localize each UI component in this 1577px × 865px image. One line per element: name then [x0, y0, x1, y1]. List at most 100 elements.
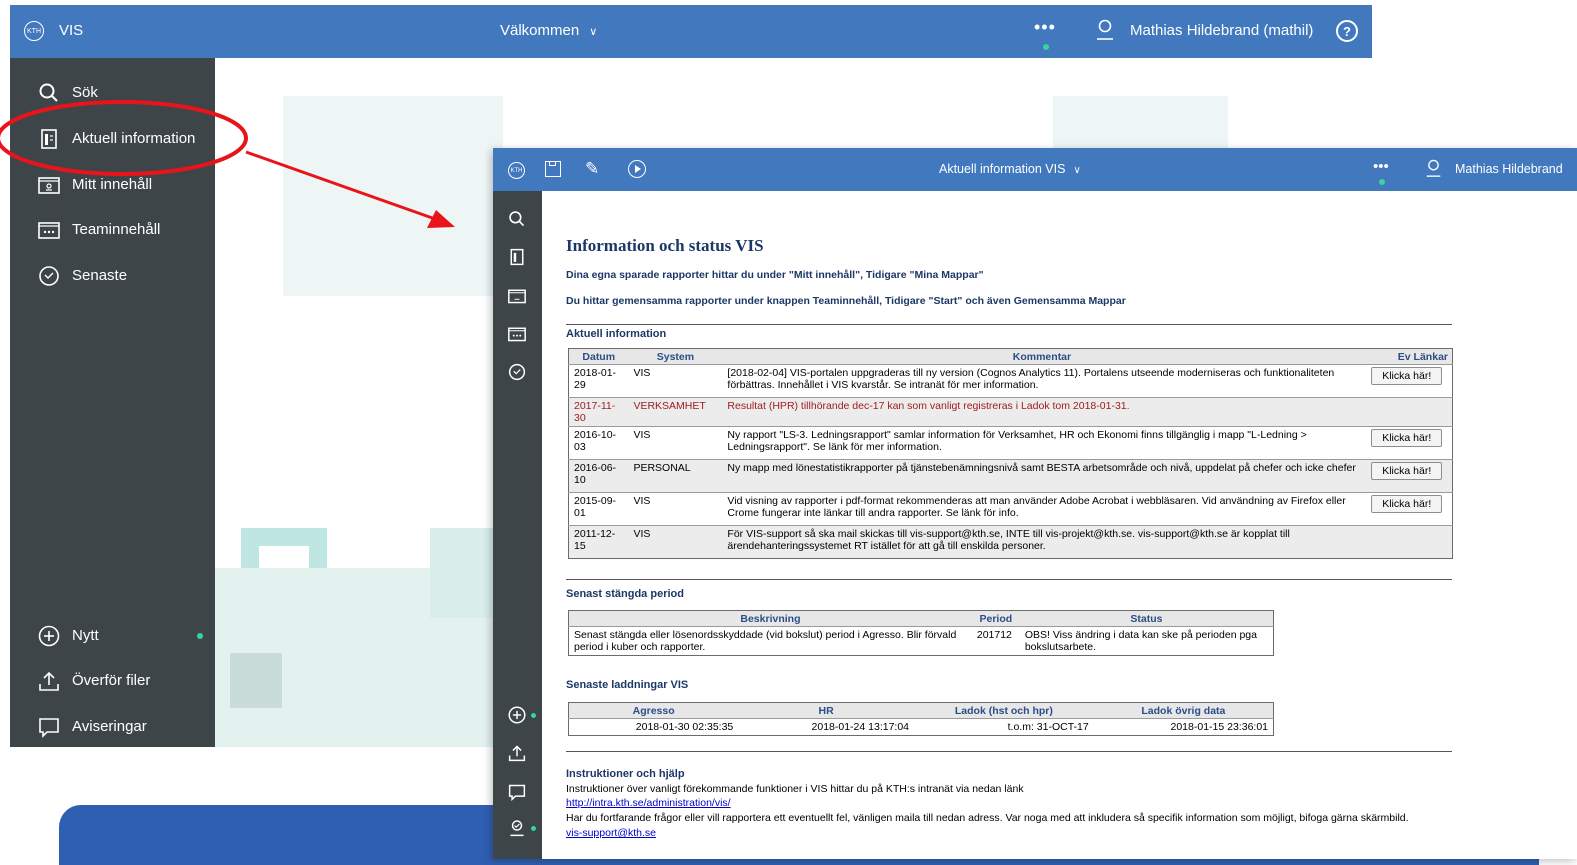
- sidebar-item-label: Mitt innehåll: [72, 176, 153, 193]
- plus-circle-icon: [38, 625, 60, 647]
- sidebar-item-upload[interactable]: Överför filer: [10, 663, 215, 699]
- clock-icon[interactable]: [508, 363, 526, 381]
- sidebar-item-search[interactable]: Sök: [10, 75, 215, 111]
- report-title-menu[interactable]: Aktuell information VIS ∨: [939, 162, 1081, 176]
- support-email-link[interactable]: vis-support@kth.se: [566, 827, 656, 839]
- top-bar: KTH VIS Välkommen ∨ ••• Mathias Hildebran…: [10, 5, 1372, 58]
- comment-cell: För VIS-support så ska mail skickas till…: [722, 525, 1362, 559]
- sidebar-item-notifications[interactable]: Aviseringar: [10, 709, 215, 745]
- team-folder-icon[interactable]: [508, 325, 526, 343]
- more-dots-icon[interactable]: •••: [1373, 158, 1389, 175]
- user-name[interactable]: Mathias Hildebrand (mathil): [1130, 22, 1313, 39]
- user-name[interactable]: Mathias Hildebrand: [1455, 162, 1563, 176]
- clock-icon: [39, 266, 59, 286]
- date-cell: 2015-09-01: [568, 492, 629, 526]
- column-header: Kommentar: [722, 348, 1362, 365]
- my-content-folder-icon: [38, 177, 60, 194]
- column-header: Ladok (hst och hpr): [914, 702, 1094, 719]
- link-cell: Klicka här!: [1361, 364, 1453, 398]
- sidebar: Sök Aktuell information Mitt innehåll Te…: [10, 58, 215, 747]
- notification-dot: [1378, 178, 1386, 186]
- comment-icon: [39, 718, 59, 738]
- sidebar-item-new[interactable]: Nytt: [10, 618, 215, 654]
- system-cell: PERSONAL: [628, 459, 723, 493]
- column-header: Period: [971, 610, 1020, 627]
- date-cell: 2016-10-03: [568, 426, 629, 460]
- report-content: Information och status VIS Dina egna spa…: [542, 191, 1577, 859]
- upload-icon[interactable]: [508, 744, 526, 762]
- link-cell: [1361, 397, 1453, 427]
- report-heading: Information och status VIS: [566, 236, 764, 255]
- section-divider: [566, 324, 1452, 325]
- comment-cell: Ny mapp med lönestatistikrapporter på tj…: [722, 459, 1362, 493]
- kth-logo-icon[interactable]: KTH: [508, 162, 525, 179]
- current-info-title: Aktuell information: [566, 328, 667, 340]
- link-button[interactable]: Klicka här!: [1371, 429, 1443, 447]
- current-info-table: Datum System Kommentar Ev Länkar 2018-01…: [568, 348, 1453, 559]
- help-text-2: Har du fortfarande frågor eller vill rap…: [566, 812, 1409, 824]
- chevron-down-icon: ∨: [589, 26, 598, 38]
- latest-loads-table: Agresso HR Ladok (hst och hpr) Ladok övr…: [568, 702, 1274, 736]
- user-icon[interactable]: [1425, 159, 1442, 178]
- closed-period-table: Beskrivning Period Status Senast stängda…: [568, 610, 1274, 656]
- intranet-link[interactable]: http://intra.kth.se/administration/vis/: [566, 797, 731, 809]
- link-cell: Klicka här!: [1361, 492, 1453, 526]
- section-divider: [566, 751, 1452, 752]
- more-dots-icon[interactable]: •••: [1034, 17, 1056, 38]
- table-row: 2018-01-30 02:35:35 2018-01-24 13:17:04 …: [568, 718, 1274, 736]
- search-icon[interactable]: [508, 210, 526, 228]
- link-button[interactable]: Klicka här!: [1371, 462, 1443, 480]
- run-icon[interactable]: [628, 160, 646, 178]
- sidebar-item-label: Aviseringar: [72, 718, 147, 735]
- sidebar-item-label: Sök: [72, 84, 98, 101]
- comment-cell: [2018-02-04] VIS-portalen uppgraderas ti…: [722, 364, 1362, 398]
- column-header: Agresso: [568, 702, 739, 719]
- comment-icon[interactable]: [508, 783, 526, 801]
- sidebar-item-my-content[interactable]: Mitt innehåll: [10, 167, 215, 203]
- agresso-cell: 2018-01-30 02:35:35: [568, 718, 739, 736]
- comment-cell: Vid visning av rapporter i pdf-format re…: [722, 492, 1362, 526]
- pencil-icon[interactable]: ✎: [585, 159, 599, 179]
- table-row: 2011-12-15 VIS För VIS-support så ska ma…: [568, 525, 1453, 559]
- report-top-bar: KTH ✎ Aktuell information VIS ∨ ••• Mathi…: [493, 148, 1577, 191]
- table-row: 2016-10-03 VIS Ny rapport "LS-3. Ledning…: [568, 426, 1453, 460]
- system-cell: VIS: [628, 364, 723, 398]
- user-check-icon[interactable]: [508, 819, 526, 837]
- sidebar-item-current-info[interactable]: Aktuell information: [10, 121, 215, 157]
- table-row: 2018-01-29 VIS [2018-02-04] VIS-portalen…: [568, 364, 1453, 398]
- table-row: 2016-06-10 PERSONAL Ny mapp med lönestat…: [568, 459, 1453, 493]
- link-button[interactable]: Klicka här!: [1371, 495, 1443, 513]
- help-icon[interactable]: ?: [1336, 20, 1358, 42]
- welcome-menu[interactable]: Välkommen ∨: [500, 22, 597, 39]
- column-header: Ev Länkar: [1361, 348, 1453, 365]
- report-title: Aktuell information VIS: [939, 162, 1066, 176]
- report-icon[interactable]: [508, 248, 526, 266]
- kth-logo-icon[interactable]: KTH: [24, 21, 44, 41]
- column-header: Datum: [568, 348, 629, 365]
- user-icon[interactable]: [1095, 19, 1115, 41]
- link-cell: [1361, 525, 1453, 559]
- report-icon: [41, 129, 57, 149]
- help-title: Instruktioner och hjälp: [566, 768, 685, 780]
- date-cell: 2018-01-29: [568, 364, 629, 398]
- help-text-1: Instruktioner över vanligt förekommande …: [566, 783, 1024, 795]
- sidebar-item-label: Aktuell information: [72, 130, 196, 147]
- save-icon[interactable]: [545, 161, 561, 177]
- link-button[interactable]: Klicka här!: [1371, 367, 1443, 385]
- column-header: HR: [738, 702, 915, 719]
- ladok-hst-cell: t.o.m: 31-OCT-17: [914, 718, 1094, 736]
- system-cell: VIS: [628, 492, 723, 526]
- plus-circle-icon[interactable]: [508, 706, 526, 724]
- upload-icon: [39, 671, 59, 691]
- sidebar-item-label: Nytt: [72, 627, 99, 644]
- link-cell: Klicka här!: [1361, 426, 1453, 460]
- description-cell: Senast stängda eller lösenordsskyddade (…: [568, 626, 972, 656]
- my-content-folder-icon[interactable]: [508, 287, 526, 305]
- decorative-shape: [230, 653, 282, 708]
- new-indicator-dot: [529, 711, 538, 720]
- closed-period-title: Senast stängda period: [566, 588, 684, 600]
- chevron-down-icon: ∨: [1073, 165, 1081, 176]
- date-cell: 2011-12-15: [568, 525, 629, 559]
- sidebar-item-recent[interactable]: Senaste: [10, 258, 215, 294]
- sidebar-item-team-content[interactable]: Teaminnehåll: [10, 212, 215, 248]
